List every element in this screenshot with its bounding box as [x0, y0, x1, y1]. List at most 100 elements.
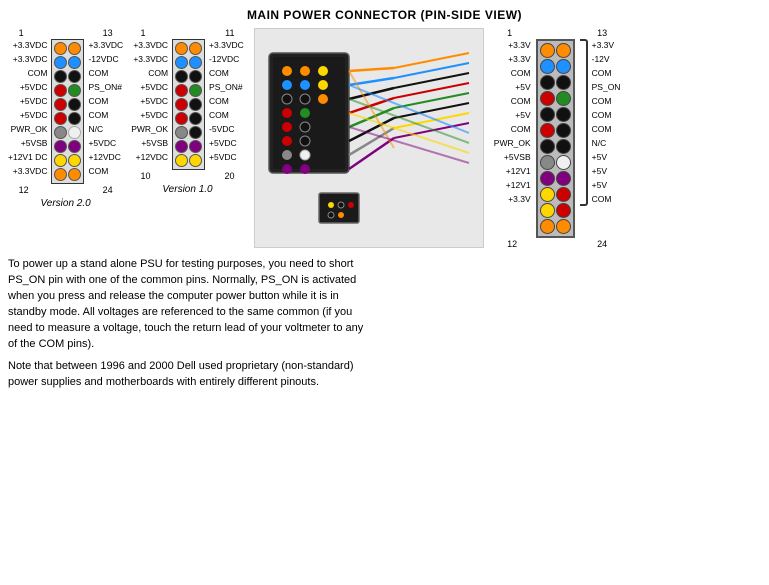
v20-col-bot-left: 12: [19, 185, 29, 195]
rd-left-labels: +3.3V +3.3V COM +5V COM +5V COM PWR_OK +…: [494, 39, 531, 206]
v20-rl-3: PS_ON#: [88, 81, 122, 94]
pin: [54, 140, 67, 153]
text-paragraph-1: To power up a stand alone PSU for testin…: [8, 257, 368, 353]
v20-ll-5: +5VDC: [20, 109, 48, 122]
pin: [68, 42, 81, 55]
v20-rl-4: COM: [88, 95, 108, 108]
pin: [189, 84, 202, 97]
v10-ll-6: PWR_OK: [131, 123, 168, 136]
pin: [189, 98, 202, 111]
rd-rl-6: COM: [592, 123, 612, 136]
pin: [54, 126, 67, 139]
pin: [54, 168, 67, 181]
rpin: [540, 75, 555, 90]
connector-photo: [254, 28, 484, 248]
right-diagram-block: 1 13 +3.3V +3.3V COM +5V COM +5V COM PWR…: [494, 28, 621, 249]
v10-ll-1: +3.3VDC: [133, 53, 168, 66]
version-20-block: 1 13 +3.3VDC +3.3VDC COM +5VDC +5VDC +5V…: [8, 28, 123, 209]
v10-rl-1: -12VDC: [209, 53, 239, 66]
rpin: [556, 219, 571, 234]
text-paragraph-2: Note that between 1996 and 2000 Dell use…: [8, 359, 368, 391]
v10-rl-8: +5VDC: [209, 151, 237, 164]
v20-ll-2: COM: [28, 67, 48, 80]
pin: [175, 70, 188, 83]
rpin: [556, 123, 571, 138]
pin: [68, 126, 81, 139]
v10-ll-0: +3.3VDC: [133, 39, 168, 52]
rpin: [556, 107, 571, 122]
pin: [175, 112, 188, 125]
v10-pin-diagram: +3.3VDC +3.3VDC COM +5VDC +5VDC +5VDC PW…: [131, 39, 244, 170]
v10-ll-2: COM: [148, 67, 168, 80]
text-section: To power up a stand alone PSU for testin…: [8, 257, 368, 391]
pin: [68, 154, 81, 167]
rd-ll-5: +5V: [515, 109, 530, 122]
rd-ll-3: +5V: [515, 81, 530, 94]
pin: [175, 126, 188, 139]
pin: [68, 84, 81, 97]
rpin: [540, 107, 555, 122]
rd-col-top-left: 1: [507, 28, 512, 38]
rd-pins-grid: [536, 39, 575, 238]
v20-rl-2: COM: [88, 67, 108, 80]
rd-right-labels: +3.3V -12V COM PS_ON COM COM COM N/C +5V…: [592, 39, 621, 206]
rd-ll-8: +5VSB: [504, 151, 531, 164]
v10-col-bot-left: 10: [140, 171, 150, 181]
rpin: [540, 91, 555, 106]
pin: [54, 42, 67, 55]
v20-pin-diagram: +3.3VDC +3.3VDC COM +5VDC +5VDC +5VDC PW…: [8, 39, 123, 184]
v20-rl-5: COM: [88, 109, 108, 122]
pin: [175, 140, 188, 153]
v20-ll-4: +5VDC: [20, 95, 48, 108]
rpin: [540, 187, 555, 202]
v10-ll-4: +5VDC: [140, 95, 168, 108]
v10-label: Version 1.0: [162, 184, 212, 195]
right-pins-wrapper: +3.3V +3.3V COM +5V COM +5V COM PWR_OK +…: [494, 39, 621, 238]
rd-rl-2: COM: [592, 67, 612, 80]
rpin: [556, 75, 571, 90]
v20-ll-3: +5VDC: [20, 81, 48, 94]
v20-rl-6: N/C: [88, 123, 103, 136]
v10-col-bot-right: 20: [224, 171, 234, 181]
v10-col-top-left: 1: [140, 28, 145, 38]
rd-rl-1: -12V: [592, 53, 610, 66]
v10-left-labels: +3.3VDC +3.3VDC COM +5VDC +5VDC +5VDC PW…: [131, 39, 168, 164]
rd-col-bot-left: 12: [507, 239, 517, 249]
rpin: [540, 123, 555, 138]
rd-rl-11: COM: [592, 193, 612, 206]
rd-ll-0: +3.3V: [508, 39, 530, 52]
rpin: [556, 43, 571, 58]
v20-col-bot-right: 24: [103, 185, 113, 195]
v20-left-labels: +3.3VDC +3.3VDC COM +5VDC +5VDC +5VDC PW…: [8, 39, 47, 178]
pin: [54, 154, 67, 167]
rpin: [556, 187, 571, 202]
diagrams-row: 1 13 +3.3VDC +3.3VDC COM +5VDC +5VDC +5V…: [8, 28, 761, 249]
rd-rl-8: +5V: [592, 151, 607, 164]
rd-ll-6: COM: [511, 123, 531, 136]
rd-rl-10: +5V: [592, 179, 607, 192]
v10-rl-3: PS_ON#: [209, 81, 243, 94]
rpin: [540, 203, 555, 218]
page-container: MAIN POWER CONNECTOR (PIN-SIDE VIEW) 1 1…: [8, 8, 761, 391]
pin: [189, 154, 202, 167]
rd-ll-1: +3.3V: [508, 53, 530, 66]
v10-ll-3: +5VDC: [140, 81, 168, 94]
rpin: [540, 59, 555, 74]
pin: [175, 154, 188, 167]
rd-rl-0: +3.3V: [592, 39, 614, 52]
v20-col-top-left: 1: [19, 28, 24, 38]
rpin: [556, 91, 571, 106]
rpin: [556, 139, 571, 154]
rd-ll-2: COM: [511, 67, 531, 80]
pin: [175, 56, 188, 69]
v10-pins-grid: [172, 39, 205, 170]
v20-rl-1: -12VDC: [88, 53, 118, 66]
pin: [68, 56, 81, 69]
v10-ll-5: +5VDC: [140, 109, 168, 122]
rd-ll-10: +12V1: [506, 179, 531, 192]
rd-ll-9: +12V1: [506, 165, 531, 178]
v20-rl-9: COM: [88, 165, 108, 178]
rd-rl-7: N/C: [592, 137, 607, 150]
rd-rl-3: PS_ON: [592, 81, 621, 94]
pin: [54, 84, 67, 97]
